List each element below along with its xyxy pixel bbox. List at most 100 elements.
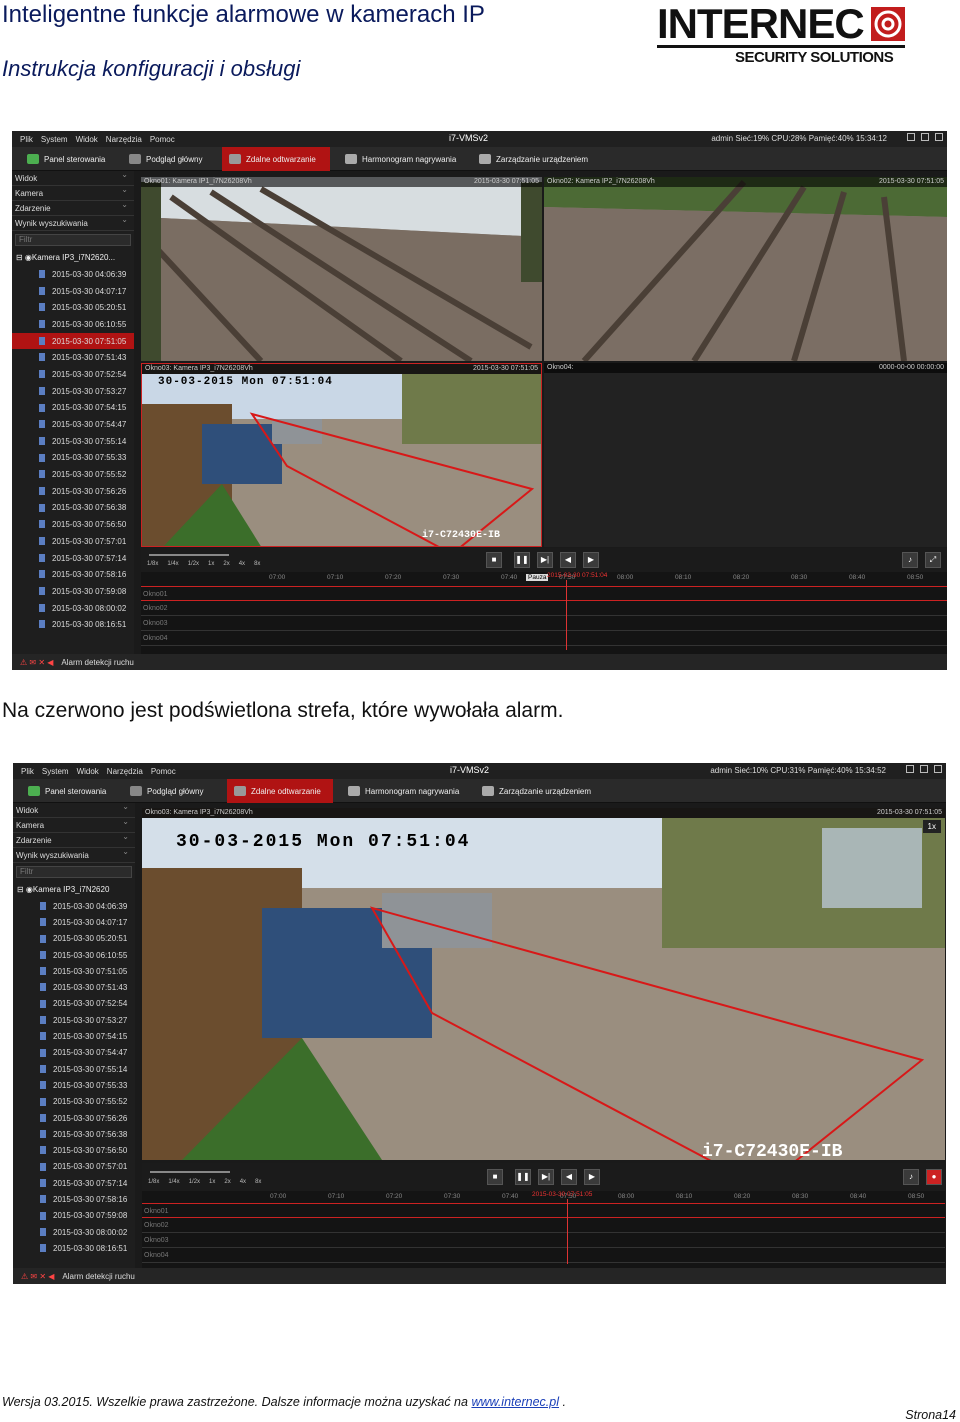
row-okno01[interactable]: Okno01 [142, 1203, 945, 1218]
menu-plik[interactable]: Plik [21, 767, 34, 776]
tab-podglad-glowny[interactable]: Podgląd główny [122, 147, 220, 171]
video-okno04[interactable]: Okno04: 0000-00-00 00:00:00 [544, 363, 947, 547]
alarm-icon[interactable]: ⚠ ✉ ✕ ◀ [21, 1272, 54, 1281]
maximize-icon[interactable] [920, 765, 928, 773]
stop-button[interactable]: ■ [487, 1169, 503, 1185]
list-item[interactable]: 2015-03-30 07:56:26 [13, 1110, 135, 1126]
section-widok[interactable]: Widok [13, 802, 135, 818]
list-item[interactable]: 2015-03-30 07:52:54 [12, 366, 134, 383]
tab-harmonogram[interactable]: Harmonogram nagrywania [341, 779, 465, 803]
list-item[interactable]: 2015-03-30 07:57:01 [12, 533, 134, 550]
list-item[interactable]: 2015-03-30 07:56:38 [13, 1126, 135, 1142]
speed-label[interactable]: 1/8x [147, 561, 158, 567]
speed-label[interactable]: 2x [224, 1179, 230, 1185]
row-okno04[interactable]: Okno04 [141, 631, 947, 646]
section-wynik[interactable]: Wynik wyszukiwania [12, 215, 134, 231]
section-zdarzenie[interactable]: Zdarzenie [13, 832, 135, 848]
speed-label[interactable]: 4x [240, 1179, 246, 1185]
row-okno03[interactable]: Okno03 [141, 616, 947, 631]
section-kamera[interactable]: Kamera [13, 817, 135, 833]
camera-node[interactable]: ⊟ ◉ Kamera IP3_i7N2620 [13, 881, 135, 898]
list-item[interactable]: 2015-03-30 07:55:33 [12, 450, 134, 467]
speed-label[interactable]: 1/4x [168, 1179, 179, 1185]
row-okno03[interactable]: Okno03 [142, 1233, 945, 1248]
list-item[interactable]: 2015-03-30 07:55:33 [13, 1077, 135, 1093]
forward-button[interactable]: ▶ [584, 1169, 600, 1185]
menu-narzedzia[interactable]: Narzędzia [106, 135, 142, 144]
list-item[interactable]: 2015-03-30 06:10:55 [13, 947, 135, 963]
rewind-button[interactable]: ◀ [561, 1169, 577, 1185]
list-item[interactable]: 2015-03-30 07:51:05 [13, 963, 135, 979]
camera-node[interactable]: ⊟ ◉ Kamera IP3_i7N2620... [12, 249, 134, 266]
list-item[interactable]: 2015-03-30 08:16:51 [12, 616, 134, 633]
list-item[interactable]: 2015-03-30 07:55:14 [12, 433, 134, 450]
list-item[interactable]: 2015-03-30 07:59:08 [13, 1208, 135, 1224]
close-icon[interactable] [934, 765, 942, 773]
list-item[interactable]: 2015-03-30 07:51:05 [12, 332, 134, 350]
speed-label[interactable]: 2x [223, 561, 229, 567]
step-button[interactable]: ▶| [537, 552, 553, 568]
list-item[interactable]: 2015-03-30 07:54:47 [12, 416, 134, 433]
list-item[interactable]: 2015-03-30 08:00:02 [12, 600, 134, 617]
tab-zdalne-odtwarzanie[interactable]: Zdalne odtwarzanie [227, 779, 333, 803]
list-item[interactable]: 2015-03-30 07:54:15 [13, 1028, 135, 1044]
list-item[interactable]: 2015-03-30 04:06:39 [13, 898, 135, 914]
filter-input[interactable]: Filtr [16, 866, 132, 878]
list-item[interactable]: 2015-03-30 07:54:15 [12, 400, 134, 417]
video-okno02[interactable]: Okno02: Kamera IP2_i7N26208Vh 2015-03-30 … [544, 177, 947, 361]
section-kamera[interactable]: Kamera [12, 185, 134, 201]
speed-label[interactable]: 4x [239, 561, 245, 567]
list-item[interactable]: 2015-03-30 07:55:52 [13, 1094, 135, 1110]
menu-plik[interactable]: Plik [20, 135, 33, 144]
tab-zarzadzanie[interactable]: Zarządzanie urządzeniem [475, 779, 605, 803]
forward-button[interactable]: ▶ [583, 552, 599, 568]
menu-system[interactable]: System [41, 135, 68, 144]
row-okno02[interactable]: Okno02 [141, 601, 947, 616]
row-okno01[interactable]: Okno01 [141, 586, 947, 601]
menu-system[interactable]: System [42, 767, 69, 776]
speed-label[interactable]: 1/8x [148, 1179, 159, 1185]
speed-slider[interactable] [150, 1171, 230, 1173]
minimize-icon[interactable] [906, 765, 914, 773]
footer-link[interactable]: www.internec.pl [471, 1395, 559, 1409]
maximize-icon[interactable] [921, 133, 929, 141]
menu-widok[interactable]: Widok [77, 767, 99, 776]
list-item[interactable]: 2015-03-30 05:20:51 [13, 931, 135, 947]
close-view-icon[interactable]: ● [926, 1169, 942, 1185]
video-okno03[interactable]: Okno03: Kamera IP3_i7N26208Vh 2015-03-30 … [141, 363, 542, 547]
pause-button[interactable]: ❚❚ [514, 552, 530, 568]
menu-pomoc[interactable]: Pomoc [151, 767, 176, 776]
list-item[interactable]: 2015-03-30 08:16:51 [13, 1240, 135, 1256]
section-wynik[interactable]: Wynik wyszukiwania [13, 847, 135, 863]
collapse-icon[interactable]: ⊟ ◉ [17, 885, 33, 894]
list-item[interactable]: 2015-03-30 07:56:50 [12, 516, 134, 533]
list-item[interactable]: 2015-03-30 07:55:52 [12, 466, 134, 483]
speed-label[interactable]: 1/2x [188, 561, 199, 567]
list-item[interactable]: 2015-03-30 07:53:27 [13, 1012, 135, 1028]
speed-label[interactable]: 1/4x [167, 561, 178, 567]
list-item[interactable]: 2015-03-30 04:07:17 [12, 283, 134, 300]
row-okno02[interactable]: Okno02 [142, 1218, 945, 1233]
alarm-icon[interactable]: ⚠ ✉ ✕ ◀ [20, 658, 53, 667]
tab-panel-sterowania[interactable]: Panel sterowania [20, 147, 120, 171]
tab-harmonogram[interactable]: Harmonogram nagrywania [338, 147, 462, 171]
step-button[interactable]: ▶| [538, 1169, 554, 1185]
speed-label[interactable]: 1/2x [189, 1179, 200, 1185]
timeline[interactable]: 07:00 07:10 07:20 07:30 07:40 07:50 08:00 08:10… [142, 1191, 945, 1268]
filter-input[interactable]: Filtr [15, 234, 131, 246]
speed-label[interactable]: 8x [255, 1179, 261, 1185]
speed-slider[interactable] [149, 554, 229, 556]
timeline[interactable]: 07:00 07:10 07:20 07:30 07:40 07:50 08:00 08:10… [141, 572, 947, 654]
list-item[interactable]: 2015-03-30 07:58:16 [12, 566, 134, 583]
list-item[interactable]: 2015-03-30 07:58:16 [13, 1191, 135, 1207]
list-item[interactable]: 2015-03-30 07:57:14 [13, 1175, 135, 1191]
list-item[interactable]: 2015-03-30 07:53:27 [12, 383, 134, 400]
list-item[interactable]: 2015-03-30 07:52:54 [13, 996, 135, 1012]
list-item[interactable]: 2015-03-30 07:57:14 [12, 550, 134, 567]
list-item[interactable]: 2015-03-30 07:55:14 [13, 1061, 135, 1077]
video-okno01[interactable]: Okno01: Kamera IP1_i7N26208Vh 2015-03-30 … [141, 177, 542, 361]
list-item[interactable]: 2015-03-30 07:57:01 [13, 1159, 135, 1175]
list-item[interactable]: 2015-03-30 05:20:51 [12, 299, 134, 316]
speed-label[interactable]: 1x [208, 561, 214, 567]
collapse-icon[interactable]: ⊟ ◉ [16, 253, 32, 262]
